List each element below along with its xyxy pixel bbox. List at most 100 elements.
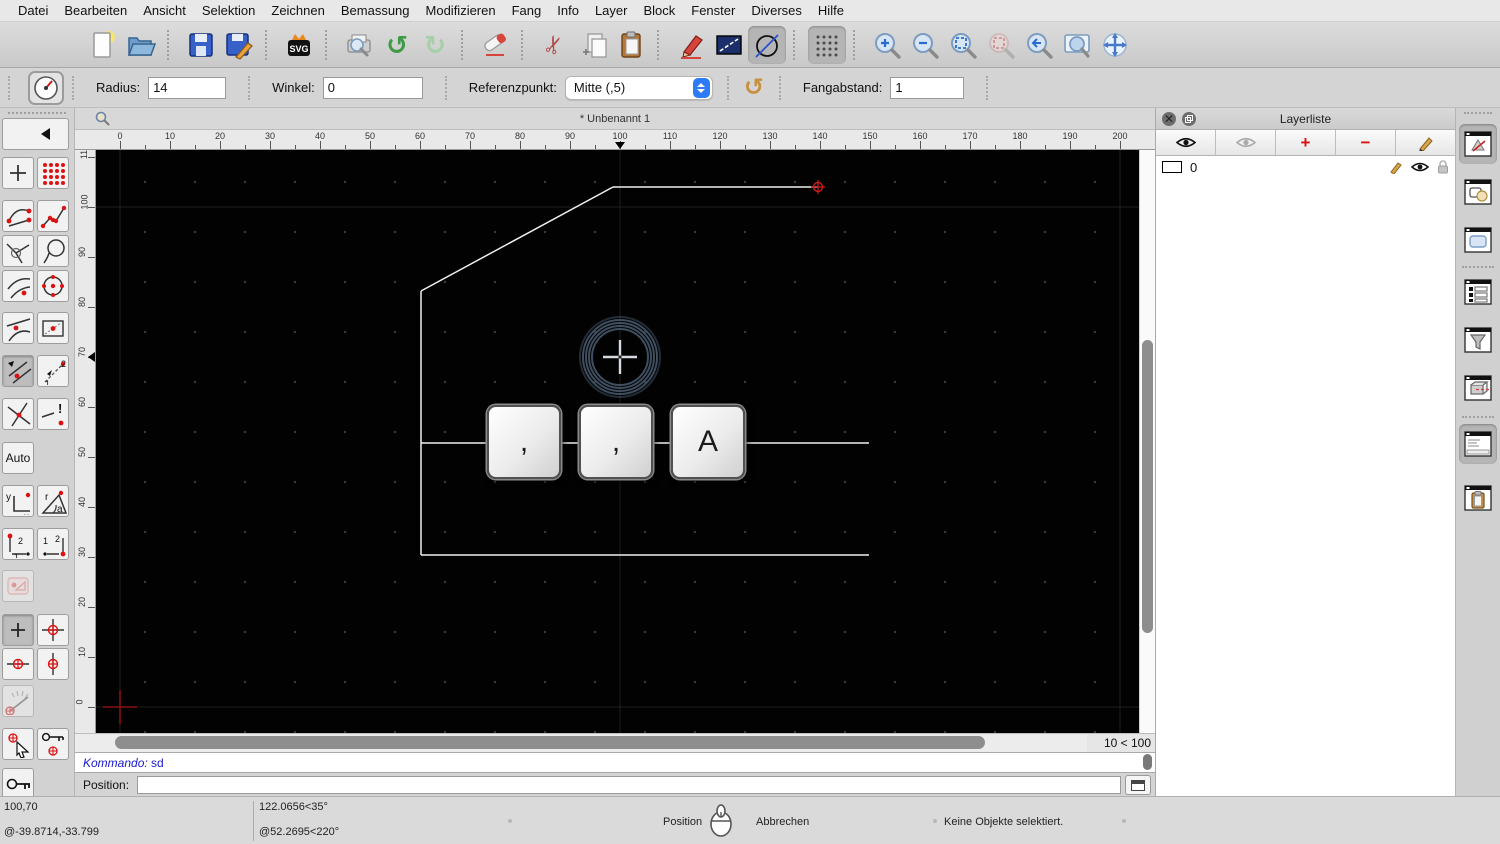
set-relative-zero-button[interactable]: [2, 728, 34, 760]
redo-button[interactable]: ↻: [416, 26, 454, 64]
layer-visibility-button[interactable]: [1411, 161, 1429, 173]
print-preview-button[interactable]: [340, 26, 378, 64]
vertical-scrollbar[interactable]: [1139, 150, 1155, 733]
menu-item-modifizieren[interactable]: Modifizieren: [418, 3, 504, 18]
new-file-button[interactable]: [84, 26, 122, 64]
referenzpunkt-select[interactable]: Mitte (,5): [564, 75, 713, 100]
radius-input[interactable]: [148, 76, 227, 99]
selection-filter-panel-button[interactable]: [1459, 320, 1497, 360]
menu-item-datei[interactable]: Datei: [10, 3, 56, 18]
snap-center-button[interactable]: [37, 270, 69, 302]
draw-pencil-button[interactable]: [672, 26, 710, 64]
panel-close-button[interactable]: ✕: [1162, 112, 1176, 126]
menu-item-bemassung[interactable]: Bemassung: [333, 3, 418, 18]
menu-item-zeichnen[interactable]: Zeichnen: [263, 3, 332, 18]
relative-cartesian-button[interactable]: 1 2: [2, 528, 34, 560]
zoom-auto-button[interactable]: [944, 26, 982, 64]
save-button[interactable]: [182, 26, 220, 64]
draft-mode-toggle[interactable]: [748, 25, 786, 64]
line-properties-button[interactable]: [710, 26, 748, 64]
view-list-panel-button[interactable]: [1459, 220, 1497, 260]
restrict-off-button[interactable]: [2, 614, 34, 646]
remove-layer-button[interactable]: −: [1336, 130, 1396, 155]
coordinate-polar-button[interactable]: r a: [37, 485, 69, 517]
panel-detach-button[interactable]: [1182, 112, 1196, 126]
snap-intersection-button[interactable]: [2, 398, 34, 430]
toolbar-handle[interactable]: [248, 75, 251, 100]
menu-item-diverses[interactable]: Diverses: [743, 3, 810, 18]
snap-on-entity-button[interactable]: [37, 200, 69, 232]
menu-item-bearbeiten[interactable]: Bearbeiten: [56, 3, 135, 18]
restrict-angle-pattern-button[interactable]: [2, 355, 34, 387]
layer-edit-button[interactable]: [1389, 160, 1403, 174]
restrict-horizontal-button[interactable]: [2, 648, 34, 680]
snap-disabled-tool-button[interactable]: [2, 570, 34, 602]
hide-all-layers-button[interactable]: [1216, 130, 1276, 155]
menu-item-ansicht[interactable]: Ansicht: [135, 3, 194, 18]
restrict-angle-button[interactable]: [2, 685, 34, 717]
back-button[interactable]: [2, 118, 69, 150]
command-history-row[interactable]: Kommando: sd: [75, 752, 1155, 772]
pan-button[interactable]: [1096, 26, 1134, 64]
paste-button[interactable]: [612, 26, 650, 64]
cut-button[interactable]: ✂: [536, 26, 574, 64]
menu-item-fang[interactable]: Fang: [504, 3, 550, 18]
toolbar-handle[interactable]: [8, 75, 10, 100]
zoom-window-button[interactable]: [1058, 26, 1096, 64]
command-scrollbar[interactable]: [1143, 754, 1153, 772]
restrict-vertical-button[interactable]: [37, 648, 69, 680]
toolbar-handle[interactable]: [444, 75, 447, 100]
snap-grid-button[interactable]: [37, 157, 69, 189]
coordinate-cartesian-button[interactable]: y x: [2, 485, 34, 517]
open-file-button[interactable]: [122, 26, 160, 64]
toolbar-handle[interactable]: [986, 75, 989, 100]
toolbar-handle[interactable]: [72, 75, 74, 100]
menu-item-block[interactable]: Block: [635, 3, 683, 18]
menu-item-hilfe[interactable]: Hilfe: [810, 3, 852, 18]
save-as-button[interactable]: [220, 26, 258, 64]
relative-polar-button[interactable]: 1 2: [37, 528, 69, 560]
undo-button[interactable]: ↺: [378, 26, 416, 64]
menu-item-selektion[interactable]: Selektion: [194, 3, 263, 18]
tool-options-dial-button[interactable]: [28, 70, 64, 105]
block-list-panel-button[interactable]: [1459, 172, 1497, 212]
snap-intersection-auto-button[interactable]: [2, 235, 34, 267]
add-layer-button[interactable]: +: [1276, 130, 1336, 155]
delete-button[interactable]: [476, 26, 514, 64]
position-input[interactable]: [137, 775, 1121, 794]
snap-free-button[interactable]: [2, 157, 34, 189]
grid-toggle[interactable]: [808, 25, 846, 64]
lock-relative-zero-button[interactable]: [37, 728, 69, 760]
reset-tool-button[interactable]: ↺: [737, 71, 771, 105]
layer-row[interactable]: 0: [1156, 156, 1455, 178]
zoom-in-button[interactable]: [868, 26, 906, 64]
snap-reference-points-button[interactable]: [37, 312, 69, 344]
layer-list-panel-button[interactable]: [1459, 124, 1497, 164]
snap-intersection-manual-button[interactable]: !: [37, 398, 69, 430]
clipboard-panel-button[interactable]: [1459, 478, 1497, 518]
snap-perpendicular-button[interactable]: [37, 235, 69, 267]
fangabstand-input[interactable]: [890, 76, 965, 99]
zoom-out-button[interactable]: [906, 26, 944, 64]
command-scrollbar-thumb[interactable]: [1143, 754, 1152, 770]
show-all-layers-button[interactable]: [1156, 130, 1216, 155]
library-browser-panel-button[interactable]: [1459, 368, 1497, 408]
zoom-previous-button[interactable]: [1020, 26, 1058, 64]
drawing-canvas[interactable]: ,,A: [96, 150, 1139, 733]
layer-lock-button[interactable]: [1437, 160, 1449, 174]
property-editor-panel-button[interactable]: [1459, 272, 1497, 312]
toolbar-handle[interactable]: [1464, 112, 1492, 118]
command-line-panel-button[interactable]: [1459, 424, 1497, 464]
zoom-selection-button[interactable]: [982, 26, 1020, 64]
vertical-scrollbar-thumb[interactable]: [1142, 340, 1153, 633]
menu-item-info[interactable]: Info: [549, 3, 587, 18]
svg-export-button[interactable]: SVG: [280, 26, 318, 64]
position-options-button[interactable]: [1125, 775, 1151, 795]
winkel-input[interactable]: [322, 76, 423, 99]
snap-auto-button[interactable]: Auto: [2, 442, 34, 474]
toolbar-handle[interactable]: [726, 75, 729, 100]
copy-button[interactable]: [574, 26, 612, 64]
menu-item-fenster[interactable]: Fenster: [683, 3, 743, 18]
snap-endpoints-button[interactable]: [2, 200, 34, 232]
menu-item-layer[interactable]: Layer: [587, 3, 636, 18]
